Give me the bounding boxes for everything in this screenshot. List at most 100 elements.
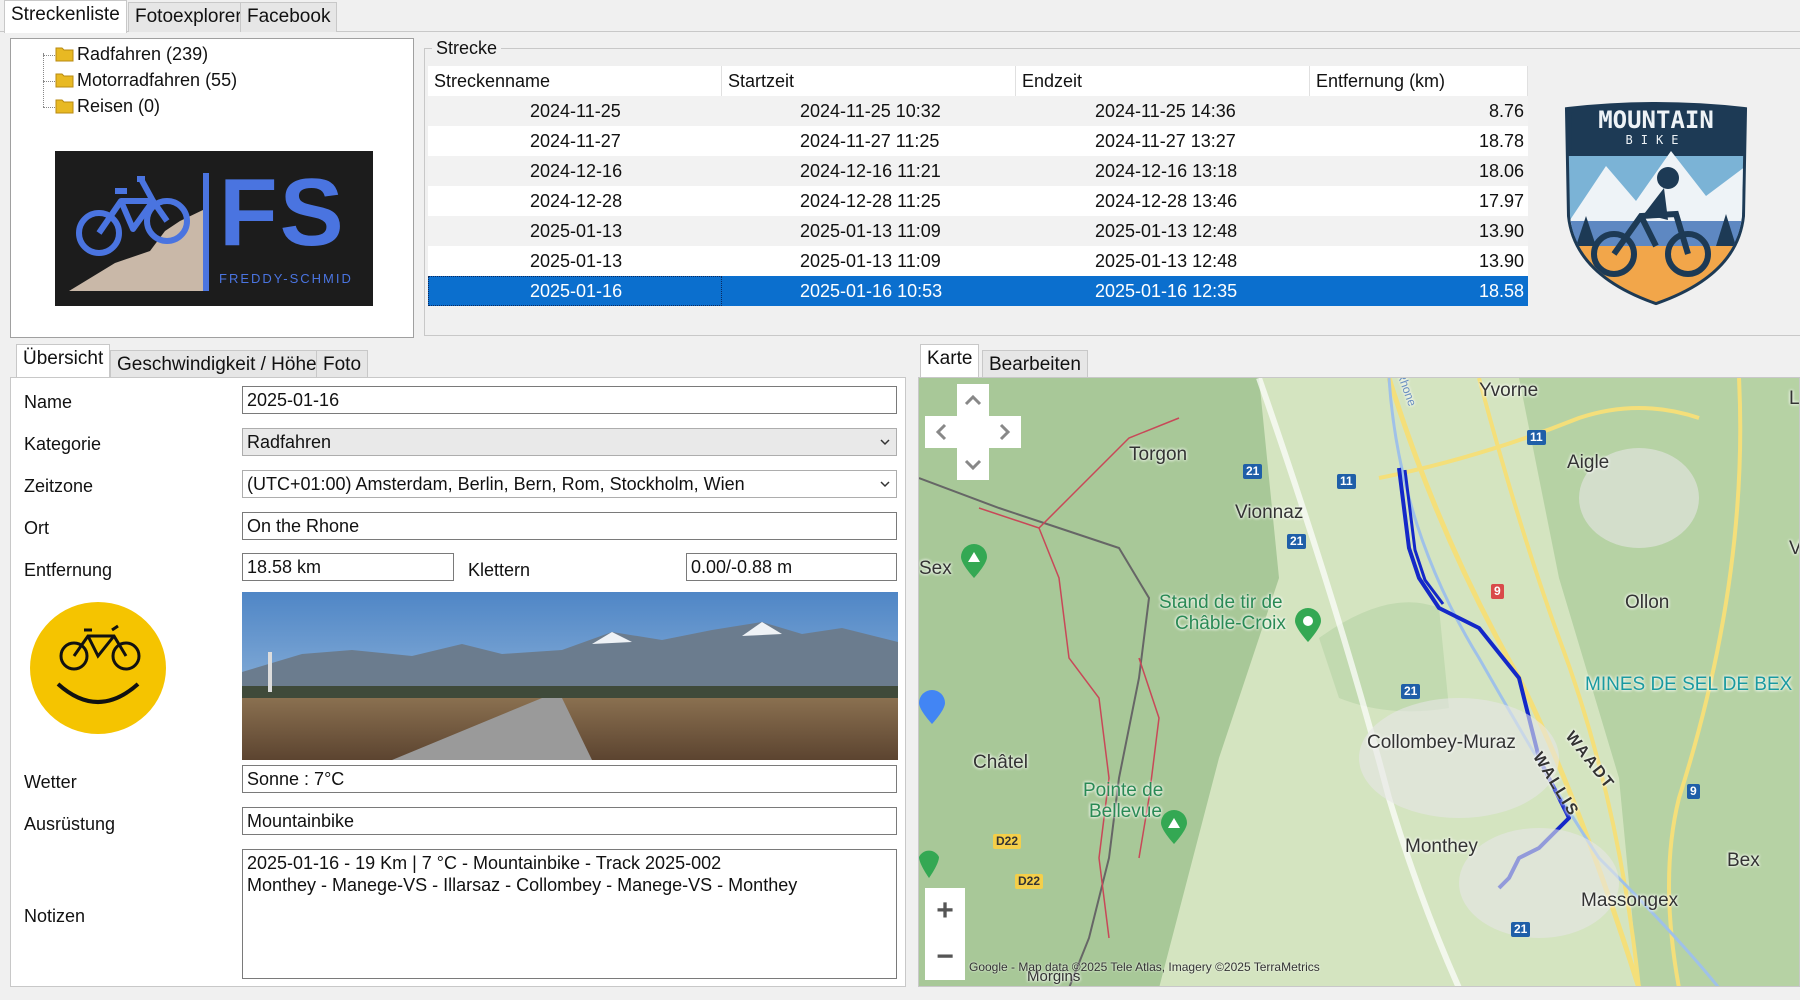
cell-endzeit: 2025-01-13 12:48 [1095,251,1238,271]
table-row-selected[interactable]: 2025-01-16 2025-01-16 10:53 2025-01-16 1… [428,276,1528,306]
map-pin-icon[interactable] [959,544,989,580]
pan-left-button[interactable] [925,416,957,448]
cell-startzeit: 2024-12-28 11:25 [800,191,941,211]
cell-endzeit: 2024-12-16 13:18 [1095,161,1238,181]
name-label: Name [24,392,73,412]
tab-fotoexplorer[interactable]: Fotoexplorer [128,2,249,32]
map-label: Sex [919,558,952,579]
column-header-endzeit[interactable]: Endzeit [1016,66,1310,96]
folder-icon [55,47,74,62]
map-label: Collombey-Muraz [1367,732,1516,753]
table-row[interactable]: 2024-11-25 2024-11-25 10:32 2024-11-25 1… [428,96,1528,126]
wetter-field[interactable]: Sonne : 7°C [242,765,897,793]
map-pan-control [925,384,1021,480]
cell-endzeit: 2024-11-25 14:36 [1095,101,1236,121]
track-photo[interactable] [242,592,898,760]
cell-streckenname: 2024-11-25 [530,101,621,121]
tab-streckenliste[interactable]: Streckenliste [4,0,127,33]
pan-up-button[interactable] [957,384,989,416]
pan-center [957,416,989,448]
cell-streckenname: 2024-12-16 [530,161,623,181]
tab-karte[interactable]: Karte [920,344,980,378]
tree-item-radfahren[interactable]: Radfahren (239) [55,44,208,65]
badge-title: MOUNTAIN [1598,106,1714,134]
ort-label: Ort [24,518,49,538]
tab-foto[interactable]: Foto [316,350,369,380]
entfernung-label: Entfernung [24,560,113,580]
road-badge: 21 [1287,534,1307,549]
kategorie-value: Radfahren [247,432,332,452]
pan-right-button[interactable] [989,416,1021,448]
zoom-out-button[interactable]: − [925,934,965,980]
ausruestung-field[interactable]: Mountainbike [242,807,897,835]
folder-icon [55,73,74,88]
table-row[interactable]: 2025-01-13 2025-01-13 11:09 2025-01-13 1… [428,216,1528,246]
zoom-in-button[interactable]: + [925,888,965,934]
top-tab-bar: Streckenliste Fotoexplorer Facebook [0,0,1800,33]
folder-icon [55,99,74,114]
cell-startzeit: 2025-01-13 11:09 [800,251,941,271]
fs-logo-subtitle: FREDDY-SCHMID [219,271,353,286]
notizen-line: 2025-01-16 - 19 Km | 7 °C - Mountainbike… [247,853,722,873]
table-row[interactable]: 2024-12-16 2024-12-16 11:21 2024-12-16 1… [428,156,1528,186]
cell-entfernung: 18.06 [1478,161,1524,181]
map-label: Monthey [1405,836,1478,857]
ausruestung-label: Ausrüstung [24,814,116,834]
smiley-bike-icon [30,602,166,734]
road-badge: 21 [1511,922,1531,937]
tab-bearbeiten[interactable]: Bearbeiten [982,350,1088,380]
tab-facebook[interactable]: Facebook [240,2,338,32]
map-pin-icon[interactable] [919,844,939,880]
fs-logo-letters: FS [219,159,346,266]
kategorie-select[interactable]: Radfahren [242,428,897,456]
map-view[interactable]: + − Yvorne Torgon Aigle Vionnaz Stand de… [918,377,1800,987]
tree-item-reisen[interactable]: Reisen (0) [55,96,161,117]
chevron-up-icon [964,394,982,406]
map-pin-icon[interactable] [1293,608,1323,644]
map-label: Yvorne [1479,380,1539,401]
notizen-textarea[interactable]: 2025-01-16 - 19 Km | 7 °C - Mountainbike… [242,849,897,979]
map-label: Pointe de [1083,780,1164,801]
map-label: Aigle [1567,452,1610,473]
map-label: Châtel [973,752,1028,773]
cell-streckenname: 2025-01-13 [530,221,623,241]
name-field[interactable]: 2025-01-16 [242,386,897,414]
column-header-streckenname[interactable]: Streckenname [428,66,722,96]
klettern-field[interactable]: 0.00/-0.88 m [686,553,897,581]
table-row[interactable]: 2024-11-27 2024-11-27 11:25 2024-11-27 1… [428,126,1528,156]
notizen-label: Notizen [24,906,86,926]
ort-field[interactable]: On the Rhone [242,512,897,540]
strecke-group-label: Strecke [432,38,502,59]
map-label: Massongex [1581,890,1679,911]
table-row[interactable]: 2024-12-28 2024-12-28 11:25 2024-12-28 1… [428,186,1528,216]
map-zoom-control: + − [925,888,965,980]
cell-startzeit: 2024-12-16 11:21 [800,161,941,181]
zeitzone-select[interactable]: (UTC+01:00) Amsterdam, Berlin, Bern, Rom… [242,470,897,498]
map-pin-icon[interactable] [1159,810,1189,846]
cell-startzeit: 2025-01-13 11:09 [800,221,941,241]
map-label: Vionnaz [1235,502,1304,523]
tree-item-motorradfahren[interactable]: Motorradfahren (55) [55,70,238,91]
chevron-down-icon [880,481,890,488]
tab-uebersicht[interactable]: Übersicht [16,344,111,378]
column-header-startzeit[interactable]: Startzeit [722,66,1016,96]
road-badge: 11 [1527,430,1546,445]
map-attribution: Google - Map data ©2025 Tele Atlas, Imag… [969,960,1320,974]
column-header-entfernung[interactable]: Entfernung (km) [1310,66,1528,96]
table-row[interactable]: 2025-01-13 2025-01-13 11:09 2025-01-13 1… [428,246,1528,276]
map-label: Ollon [1625,592,1670,613]
road-badge: D22 [1015,874,1044,889]
cell-endzeit: 2025-01-13 12:48 [1095,221,1238,241]
cell-entfernung: 17.97 [1478,191,1524,211]
road-badge: 9 [1491,584,1504,599]
entfernung-field[interactable]: 18.58 km [242,553,454,581]
tree-item-label: Reisen (0) [77,96,161,116]
notizen-line: Monthey - Manege-VS - Illarsaz - Collomb… [247,875,798,895]
tree-item-label: Motorradfahren (55) [77,70,238,90]
shopping-pin-icon[interactable] [919,690,945,726]
tab-geschwindigkeit-hoehe[interactable]: Geschwindigkeit / Höhe [110,350,324,380]
map-label: L [1789,388,1800,409]
zeitzone-label: Zeitzone [24,476,94,496]
pan-down-button[interactable] [957,448,989,480]
cell-startzeit: 2025-01-16 10:53 [800,281,943,301]
